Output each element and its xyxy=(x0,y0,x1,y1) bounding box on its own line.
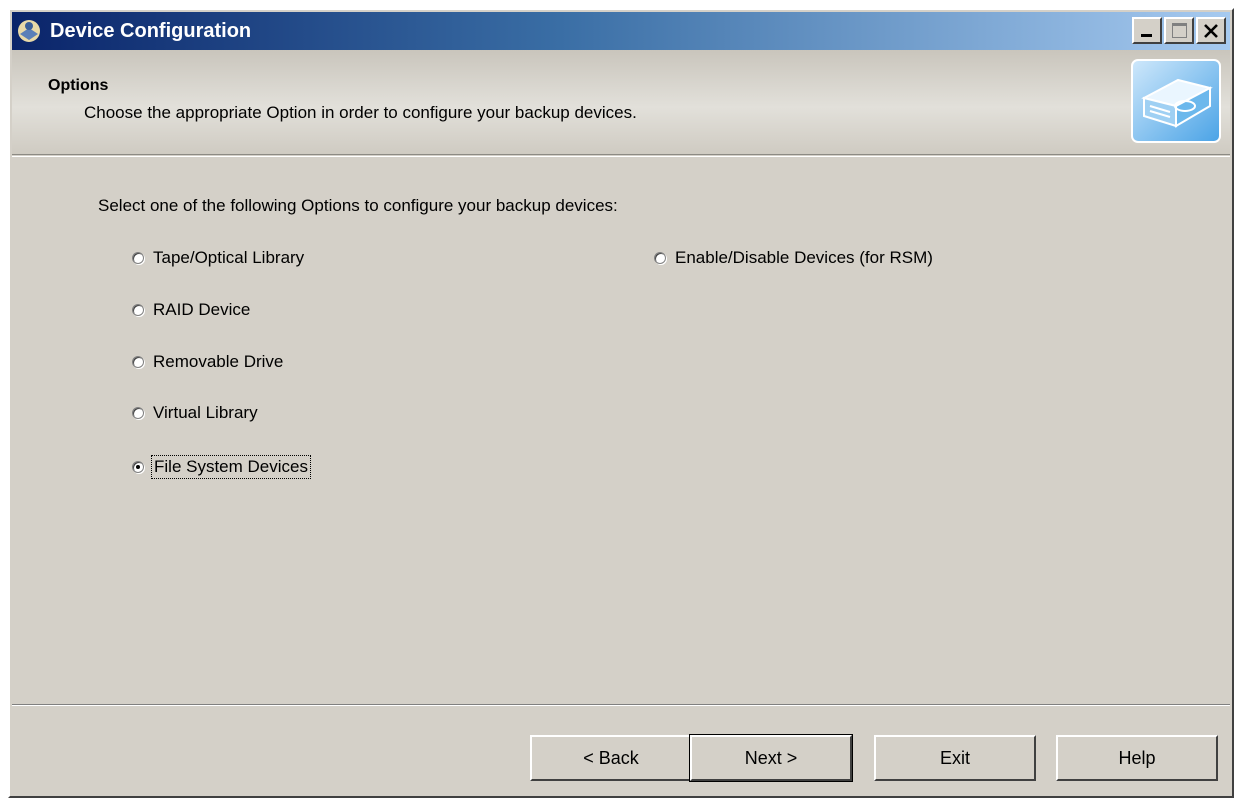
radio-virtual-library[interactable]: Virtual Library xyxy=(132,399,258,427)
minimize-button[interactable] xyxy=(1132,17,1162,44)
radio-tape-optical-library[interactable]: Tape/Optical Library xyxy=(132,244,304,272)
radio-label: Virtual Library xyxy=(153,403,258,422)
radio-circle[interactable] xyxy=(132,356,144,368)
close-button[interactable] xyxy=(1196,17,1226,44)
radio-circle[interactable] xyxy=(132,252,144,264)
radio-label: Enable/Disable Devices (for RSM) xyxy=(675,248,933,267)
radio-label: File System Devices xyxy=(151,455,311,479)
radio-circle[interactable] xyxy=(654,252,666,264)
options-prompt: Select one of the following Options to c… xyxy=(98,196,618,215)
radio-enable-disable-devices[interactable]: Enable/Disable Devices (for RSM) xyxy=(654,244,933,272)
window-controls xyxy=(1132,17,1226,45)
next-button[interactable]: Next > xyxy=(689,734,853,782)
help-button[interactable]: Help xyxy=(1056,735,1218,781)
radio-label: Removable Drive xyxy=(153,352,284,371)
radio-removable-drive[interactable]: Removable Drive xyxy=(132,348,283,376)
back-button[interactable]: < Back xyxy=(530,735,692,781)
header-title: Options xyxy=(48,77,109,94)
radio-circle-selected[interactable] xyxy=(132,461,144,473)
device-config-app-icon xyxy=(18,20,40,42)
wizard-header: Options Choose the appropriate Option in… xyxy=(12,50,1230,157)
exit-button[interactable]: Exit xyxy=(874,735,1036,781)
radio-file-system-devices[interactable]: File System Devices xyxy=(132,453,311,481)
window-title: Device Configuration xyxy=(50,20,252,42)
radio-raid-device[interactable]: RAID Device xyxy=(132,296,250,324)
header-subtitle: Choose the appropriate Option in order t… xyxy=(84,103,637,122)
footer-divider-highlight xyxy=(12,705,1230,706)
backup-device-icon xyxy=(1131,59,1221,143)
radio-circle[interactable] xyxy=(132,407,144,419)
radio-label: Tape/Optical Library xyxy=(153,248,305,267)
close-icon xyxy=(1204,24,1218,38)
title-bar[interactable]: Device Configuration xyxy=(12,12,1230,50)
radio-label: RAID Device xyxy=(153,300,251,319)
radio-circle[interactable] xyxy=(132,304,144,316)
maximize-button xyxy=(1164,17,1194,44)
device-configuration-window: Device Configuration Options Choose the … xyxy=(8,8,1234,798)
